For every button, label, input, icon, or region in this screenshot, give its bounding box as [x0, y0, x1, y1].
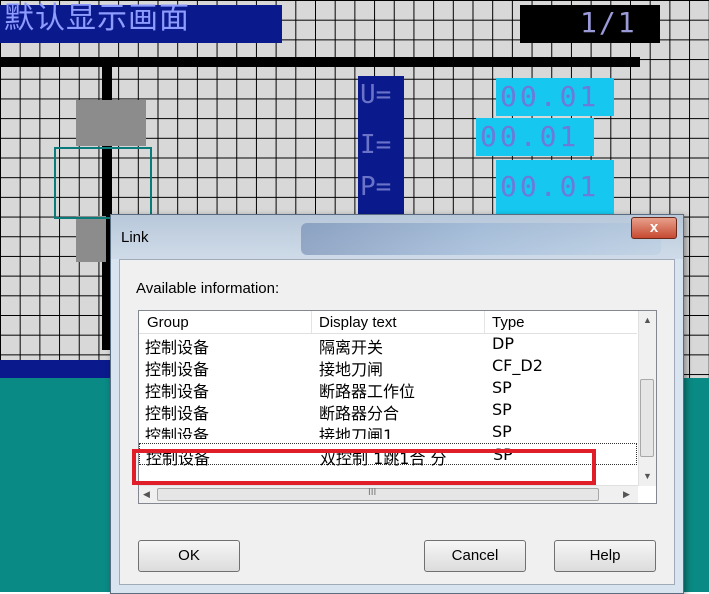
- display-text-cell: 接地刀闸1: [319, 426, 394, 439]
- type-cell: CF_D2: [492, 356, 543, 375]
- p-label: P=: [360, 172, 392, 202]
- list-header: Group Display text Type: [139, 311, 637, 334]
- dialog-titlebar[interactable]: Link x: [111, 215, 683, 259]
- list-item[interactable]: 控制设备 隔离开关 DP: [139, 333, 637, 357]
- horizontal-scrollbar[interactable]: ◀ III ▶: [139, 485, 638, 503]
- horizontal-scroll-thumb[interactable]: III: [157, 487, 599, 501]
- vertical-scroll-thumb[interactable]: [640, 379, 654, 457]
- scroll-up-icon[interactable]: ▲: [643, 315, 652, 325]
- i-value: 00.01: [480, 120, 580, 153]
- column-header-group[interactable]: Group: [147, 314, 189, 331]
- scroll-left-icon[interactable]: ◀: [143, 489, 150, 500]
- cancel-button[interactable]: Cancel: [424, 540, 526, 572]
- scroll-right-icon[interactable]: ▶: [623, 489, 630, 500]
- scroll-down-icon[interactable]: ▼: [643, 471, 652, 481]
- group-cell: 控制设备: [145, 426, 210, 439]
- u-label: U=: [360, 80, 392, 110]
- list-item[interactable]: 控制设备 接地刀闸1 SP: [139, 421, 637, 439]
- type-cell: DP: [492, 334, 514, 353]
- switch-symbol[interactable]: [76, 100, 146, 146]
- thumb-grip: III: [368, 487, 377, 498]
- column-header-display-text[interactable]: Display text: [319, 314, 397, 331]
- vertical-scrollbar[interactable]: ▲ ▼: [638, 311, 656, 486]
- ok-button[interactable]: OK: [138, 540, 240, 572]
- p-value: 00.01: [500, 170, 600, 203]
- type-cell: SP: [492, 400, 512, 419]
- column-header-type[interactable]: Type: [492, 314, 525, 331]
- highlight-annotation: [132, 449, 596, 485]
- dialog-body: Available information: Group Display tex…: [119, 259, 675, 585]
- list-item[interactable]: 控制设备 断路器工作位 SP: [139, 377, 637, 401]
- switch-symbol-lower[interactable]: [76, 216, 106, 262]
- available-information-label: Available information:: [136, 280, 280, 297]
- dialog-title: Link: [121, 229, 149, 246]
- bus-line: [0, 57, 640, 67]
- column-divider[interactable]: [484, 311, 485, 333]
- type-cell: SP: [492, 378, 512, 397]
- blurred-region: [301, 223, 661, 255]
- column-divider[interactable]: [311, 311, 312, 333]
- list-item[interactable]: 控制设备 接地刀闸 CF_D2: [139, 355, 637, 379]
- lcd-title: 默认显示画面: [4, 1, 190, 36]
- close-button[interactable]: x: [631, 217, 677, 239]
- u-value: 00.01: [500, 80, 600, 113]
- lcd-bottom-strip: [0, 360, 120, 378]
- list-item[interactable]: 控制设备 断路器分合 SP: [139, 399, 637, 423]
- breaker-selection[interactable]: [54, 147, 152, 219]
- help-button[interactable]: Help: [554, 540, 656, 572]
- i-label: I=: [360, 130, 392, 160]
- link-dialog: Link x Available information: Group Disp…: [110, 214, 684, 594]
- lcd-page-indicator: 1/1: [580, 6, 637, 39]
- type-cell: SP: [492, 422, 512, 439]
